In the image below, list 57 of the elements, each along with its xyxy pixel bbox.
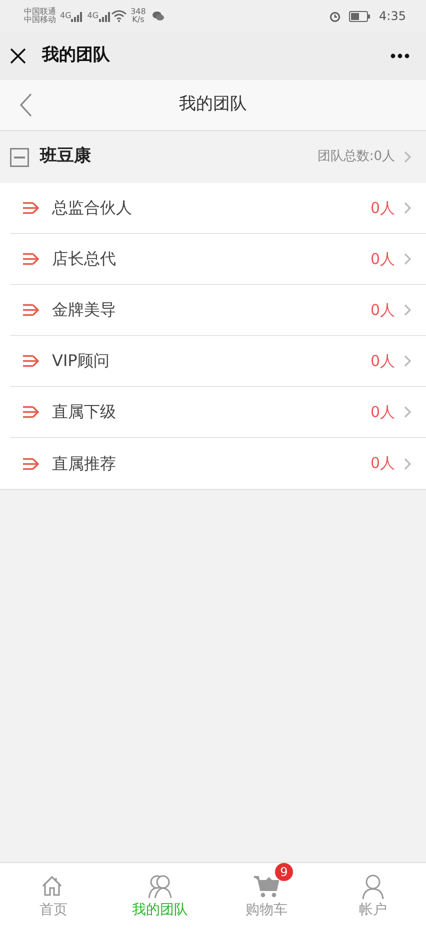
team-total: 团队总数:0人 xyxy=(317,148,395,166)
arrow-icon xyxy=(22,404,40,420)
arrow-icon xyxy=(22,456,40,472)
tab-item[interactable]: 首页 xyxy=(0,863,106,932)
chevron-icon xyxy=(403,405,412,419)
level-name: 金牌美导 xyxy=(52,299,116,321)
wifi-icon xyxy=(110,10,127,22)
chevron-icon xyxy=(403,201,412,215)
carrier-name: 中国联通 xyxy=(24,8,56,16)
people-icon xyxy=(146,874,173,900)
member-count: 0人 xyxy=(370,248,395,270)
level-name: 直属下级 xyxy=(52,401,116,423)
network-speed: 348 xyxy=(130,8,146,16)
member-count: 0人 xyxy=(370,402,395,423)
network-label: 4G xyxy=(60,10,72,22)
person-icon xyxy=(360,874,386,900)
member-count: 0人 xyxy=(370,350,395,372)
member-count: 0人 xyxy=(370,198,395,219)
tab-item[interactable]: 帐户 xyxy=(320,863,426,932)
arrow-icon xyxy=(22,251,40,267)
signal-icon xyxy=(98,12,111,22)
close-icon xyxy=(10,48,26,64)
collapse-icon[interactable] xyxy=(10,148,29,166)
carrier-name: 中国移动 xyxy=(24,16,56,24)
arrow-icon xyxy=(22,302,40,318)
network-speed: K/s xyxy=(131,16,146,24)
chevron-icon xyxy=(403,456,412,470)
chevron-icon xyxy=(403,150,412,164)
member-count: 0人 xyxy=(370,300,395,321)
cart-icon xyxy=(253,874,280,900)
chat-icon xyxy=(152,11,164,21)
back-icon xyxy=(20,93,32,117)
clock-time: 4:35 xyxy=(379,8,406,25)
tab-item[interactable]: 购物车 9 xyxy=(213,863,320,932)
count-badge: 9 xyxy=(275,863,293,881)
battery-icon xyxy=(349,10,372,22)
level-name: 店长总代 xyxy=(52,248,116,270)
group-name: 班豆康 xyxy=(40,145,91,168)
level-name: VIP顾问 xyxy=(52,350,110,372)
member-count: 0人 xyxy=(370,453,395,474)
back-button[interactable] xyxy=(20,93,32,117)
close-button[interactable] xyxy=(10,48,26,64)
level-name: 总监合伙人 xyxy=(52,197,132,219)
chevron-icon xyxy=(403,303,412,317)
arrow-icon xyxy=(22,200,40,216)
chevron-icon xyxy=(403,354,412,368)
network-label: 4G xyxy=(87,10,99,22)
level-name: 直属推荐 xyxy=(52,452,116,474)
more-icon xyxy=(390,53,410,59)
page-title: 我的团队 xyxy=(179,93,247,116)
app-title: 我的团队 xyxy=(42,44,110,68)
more-button[interactable] xyxy=(390,53,410,59)
alarm-icon xyxy=(329,10,342,22)
chevron-icon xyxy=(403,252,412,266)
signal-icon xyxy=(71,12,84,22)
tab-item[interactable]: 我的团队 xyxy=(106,863,213,932)
arrow-icon xyxy=(22,353,40,369)
